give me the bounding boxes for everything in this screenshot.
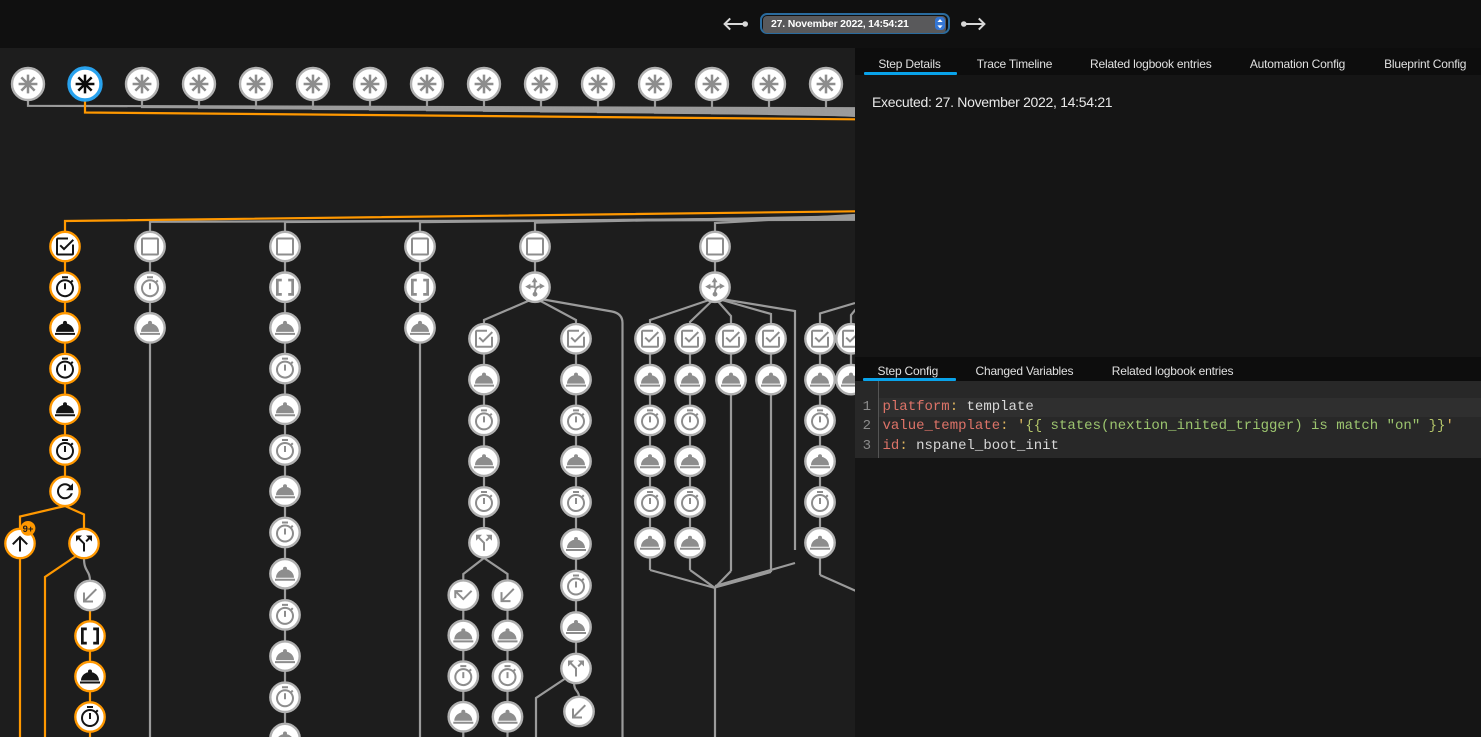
svg-text:9+: 9+ (23, 524, 34, 535)
